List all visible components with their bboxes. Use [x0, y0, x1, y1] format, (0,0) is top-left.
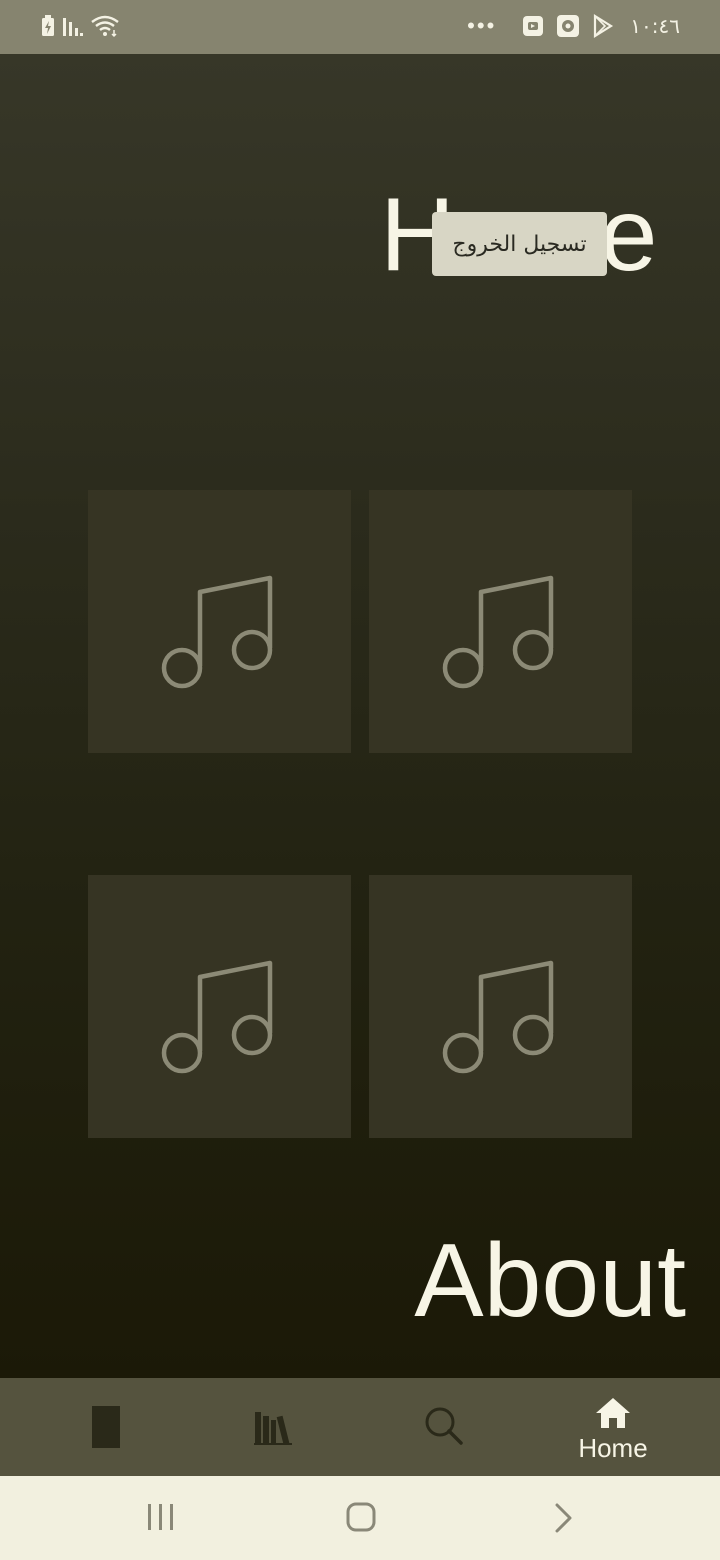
music-note-icon: [161, 575, 273, 689]
wifi-icon: [91, 15, 119, 38]
music-tile[interactable]: [369, 490, 632, 753]
music-tile[interactable]: [88, 490, 351, 753]
nav-item-rectangle[interactable]: [46, 1378, 166, 1476]
music-tile[interactable]: [369, 875, 632, 1138]
music-tile[interactable]: [88, 875, 351, 1138]
music-note-icon: [442, 575, 554, 689]
play-store-icon: [594, 14, 614, 38]
overflow-dots: •••: [467, 13, 497, 38]
logout-tooltip[interactable]: تسجيل الخروج: [432, 212, 607, 276]
rectangle-icon: [92, 1406, 120, 1448]
home-button-icon[interactable]: [345, 1498, 379, 1538]
main-content: Home تسجيل الخروج About: [0, 54, 720, 1378]
library-icon: [254, 1412, 292, 1445]
bottom-navigation: Home: [0, 1378, 720, 1476]
battery-charging-icon: [42, 15, 54, 36]
nav-item-library[interactable]: [214, 1378, 334, 1476]
home-icon: [596, 1398, 630, 1428]
music-note-icon: [442, 960, 554, 1074]
clock: ١٠:٤٦: [630, 14, 680, 38]
app-notification-icon: [557, 15, 580, 37]
about-title: About: [414, 1223, 686, 1339]
nav-item-search[interactable]: [384, 1378, 504, 1476]
nav-item-home[interactable]: Home: [553, 1378, 673, 1476]
system-navigation-bar: [0, 1476, 720, 1560]
signal-bars-icon: [63, 18, 83, 36]
music-note-icon: [161, 960, 273, 1074]
status-bar: ••• ١٠:٤٦: [0, 0, 720, 54]
search-icon: [425, 1407, 463, 1445]
recents-icon[interactable]: [146, 1498, 176, 1538]
back-icon[interactable]: [552, 1498, 576, 1538]
download-icon: [523, 16, 544, 36]
status-right-icons: ••• ١٠:٤٦: [467, 14, 680, 38]
nav-home-label: Home: [578, 1433, 648, 1463]
status-left-icons: [40, 14, 120, 38]
